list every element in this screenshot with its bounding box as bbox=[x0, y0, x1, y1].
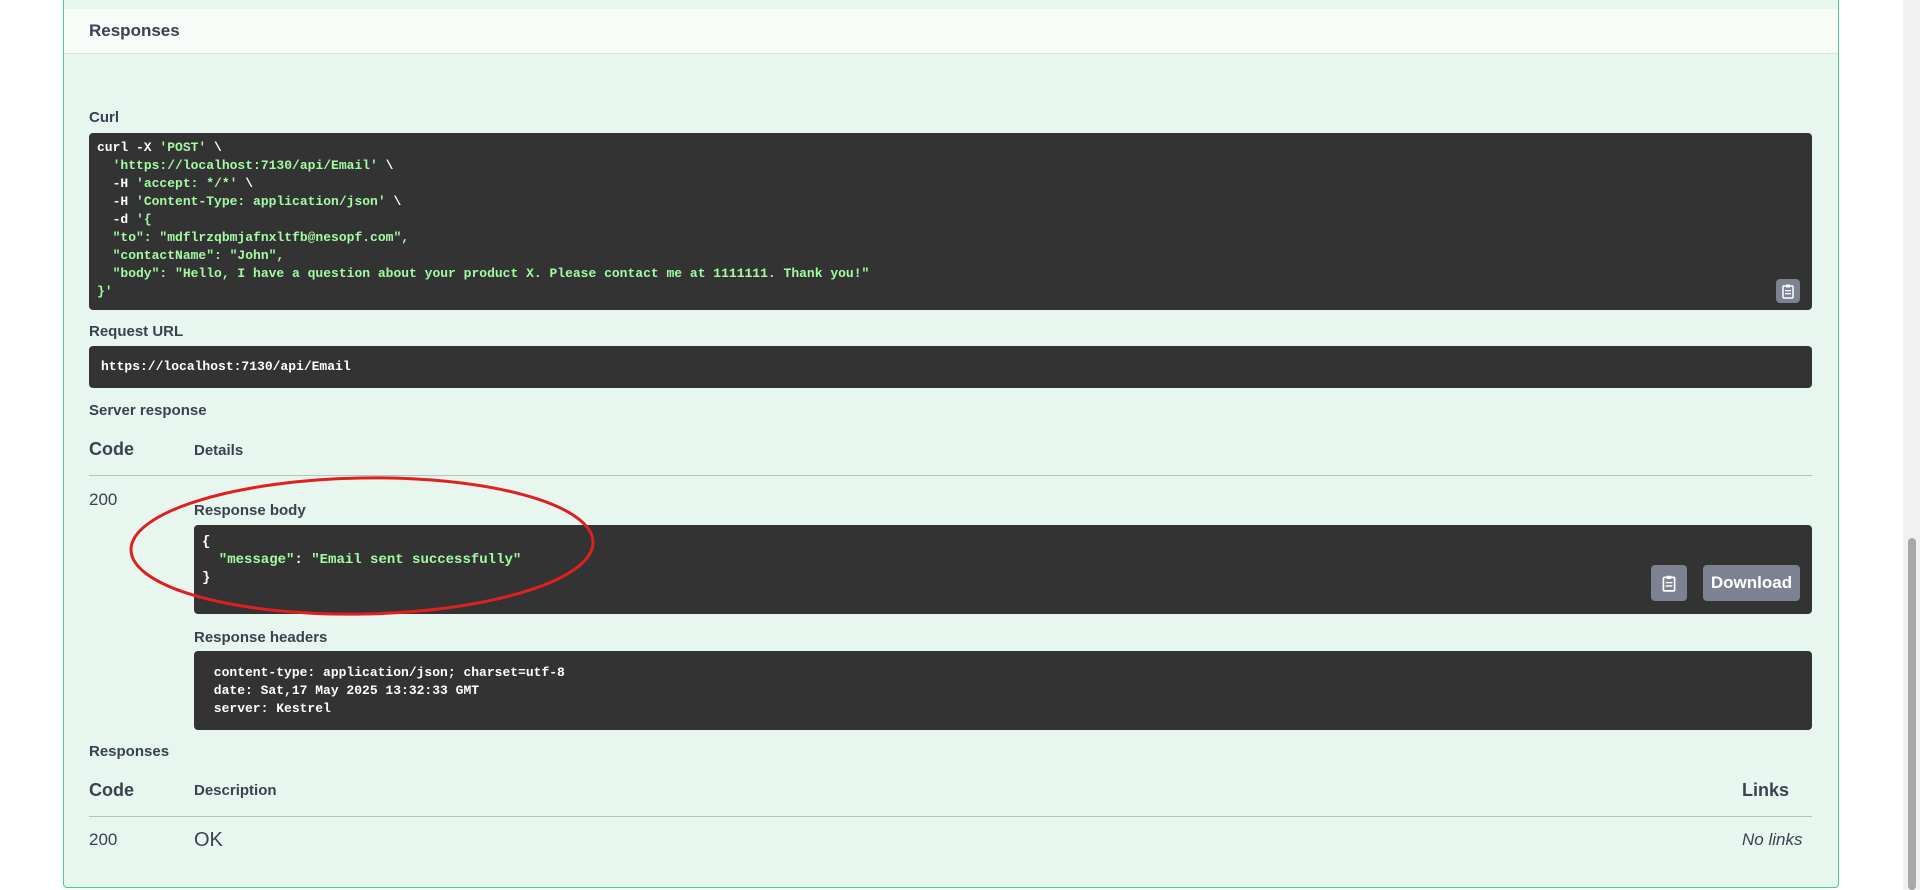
server-response-code-header: Code bbox=[89, 439, 134, 459]
responses-code-header: Code bbox=[89, 780, 134, 800]
curl-line: "to": "mdflrzqbmjafnxltfb@nesopf.com", bbox=[97, 229, 1804, 247]
clipboard-icon bbox=[1662, 575, 1676, 592]
code-token: "message" bbox=[202, 552, 295, 568]
curl-line: curl -X 'POST' \ bbox=[97, 139, 1804, 157]
code-token: 'Content-Type: application/json' bbox=[136, 194, 386, 209]
response-body-label: Response body bbox=[194, 502, 306, 519]
code-token: } bbox=[202, 570, 211, 586]
code-token: "body": "Hello, I have a question about … bbox=[97, 266, 870, 281]
response-code: 200 bbox=[89, 490, 118, 509]
curl-line: "contactName": "John", bbox=[97, 247, 1804, 265]
responses-description-header: Description bbox=[194, 782, 277, 799]
responses-row-links: No links bbox=[1742, 830, 1803, 849]
curl-code-block[interactable]: curl -X 'POST' \ 'https://localhost:7130… bbox=[89, 133, 1812, 310]
response-header-line: server: Kestrel bbox=[206, 701, 339, 716]
curl-line: -H 'Content-Type: application/json' \ bbox=[97, 193, 1804, 211]
response-headers-block[interactable]: content-type: application/json; charset=… bbox=[194, 651, 1812, 730]
responses-row-code: 200 bbox=[89, 830, 118, 849]
code-token: 'accept: */*' bbox=[136, 176, 238, 191]
code-token: 'POST' bbox=[159, 140, 207, 155]
response-header-line: content-type: application/json; charset=… bbox=[206, 665, 573, 680]
server-response-label: Server response bbox=[89, 402, 207, 419]
code-token: "contactName": "John", bbox=[97, 248, 285, 263]
code-token: \ bbox=[385, 194, 402, 209]
table-divider bbox=[89, 816, 1812, 817]
response-header-line: date: Sat,17 May 2025 13:32:33 GMT bbox=[206, 683, 487, 698]
code-token: '{ bbox=[136, 212, 152, 227]
responses-row-description: OK bbox=[194, 829, 223, 851]
curl-line: -H 'accept: */*' \ bbox=[97, 175, 1804, 193]
responses-section-header: Responses bbox=[64, 9, 1838, 54]
curl-line: }' bbox=[97, 283, 1804, 301]
curl-line: -d '{ bbox=[97, 211, 1804, 229]
code-token: curl -X bbox=[97, 140, 160, 155]
server-response-details-header: Details bbox=[194, 442, 244, 459]
response-body-block[interactable]: { "message": "Email sent successfully"} bbox=[194, 525, 1812, 614]
curl-copy-button[interactable] bbox=[1776, 279, 1800, 303]
code-token: \ bbox=[237, 176, 254, 191]
table-divider bbox=[89, 475, 1812, 476]
code-token: -H bbox=[97, 194, 137, 209]
curl-line: "body": "Hello, I have a question about … bbox=[97, 265, 1804, 283]
response-body-line: "message": "Email sent successfully" bbox=[202, 551, 1804, 569]
response-headers-label: Response headers bbox=[194, 629, 328, 646]
response-body-line: { bbox=[202, 533, 1804, 551]
response-body-line: } bbox=[202, 569, 1804, 587]
download-button[interactable]: Download bbox=[1703, 565, 1800, 601]
responses-links-header: Links bbox=[1742, 780, 1790, 800]
code-token: "Email sent successfully" bbox=[311, 552, 522, 568]
code-token: \ bbox=[206, 140, 222, 155]
curl-label: Curl bbox=[89, 109, 119, 126]
curl-line: 'https://localhost:7130/api/Email' \ bbox=[97, 157, 1804, 175]
code-token: \ bbox=[377, 158, 394, 173]
code-token: }' bbox=[97, 284, 113, 299]
code-token: -d bbox=[97, 212, 137, 227]
code-token: 'https://localhost:7130/api/Email' bbox=[112, 158, 378, 173]
page-scrollbar-thumb[interactable] bbox=[1908, 538, 1916, 890]
code-token: -H bbox=[97, 176, 137, 191]
code-token: { bbox=[202, 534, 211, 550]
request-url-label: Request URL bbox=[89, 323, 184, 340]
code-token: : bbox=[294, 552, 312, 568]
section-title: Responses bbox=[89, 21, 180, 40]
responses-label: Responses bbox=[89, 743, 170, 760]
clipboard-icon bbox=[1782, 284, 1794, 299]
code-token: "to": "mdflrzqbmjafnxltfb@nesopf.com", bbox=[97, 230, 410, 245]
response-body-copy-button[interactable] bbox=[1651, 565, 1687, 601]
request-url-block[interactable]: https://localhost:7130/api/Email bbox=[89, 346, 1812, 388]
